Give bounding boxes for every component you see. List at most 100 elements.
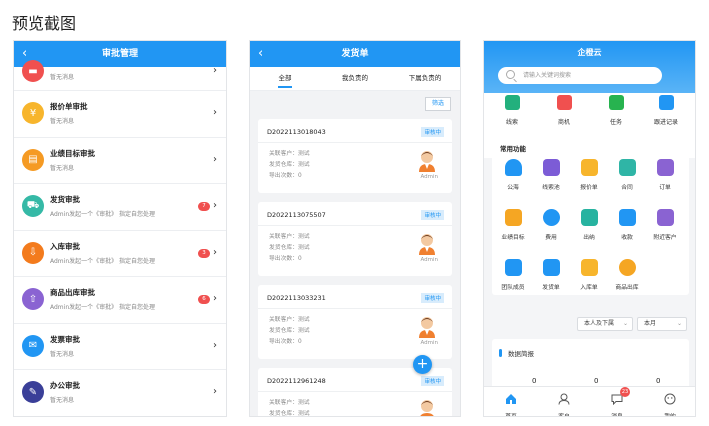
func-high-seas[interactable]: 公海 — [495, 159, 531, 191]
approval-item-target[interactable]: ▤ 业绩目标审批 暂无消息 › — [14, 138, 226, 184]
chevron-down-icon: ⌄ — [622, 320, 628, 327]
shipping-screen: ‹ 发货单 全部 我负责的 下属负责的 筛选 D2022113018043 审核… — [249, 40, 461, 417]
shipping-header: ‹ 发货单 — [250, 41, 460, 67]
data-brief-title: 数据简报 — [508, 350, 534, 358]
opportunity-icon — [556, 95, 572, 110]
home-screen: 企橙云 请输入关键词搜索 线索 商机 任务 跟进记录 常用功能 公海 线索池 报… — [483, 40, 696, 417]
func-contract[interactable]: 合同 — [609, 159, 645, 191]
inbound-icon: ⇩ — [22, 241, 44, 264]
status-badge: 审核中 — [421, 293, 444, 303]
data-value: 0 — [594, 377, 599, 385]
status-badge: 审核中 — [421, 376, 444, 386]
section-marker — [499, 349, 502, 357]
order-user: Admin — [420, 340, 438, 346]
unread-badge: 3 — [198, 248, 210, 258]
app-title: 企橙云 — [577, 48, 602, 57]
scope-select[interactable]: 本人及下属 ⌄ — [577, 317, 633, 331]
data-value: 0 — [656, 377, 661, 385]
warehouse-icon — [580, 259, 598, 276]
order-customer: 关联客户：测试 — [269, 317, 310, 323]
order-card[interactable]: D2022112961248 审核中 关联客户：测试 发货仓库：测试 — [258, 368, 452, 416]
back-icon[interactable]: ‹ — [258, 41, 263, 67]
func-nearby[interactable]: 附近客户 — [647, 209, 683, 241]
quick-task[interactable]: 任务 — [594, 95, 638, 126]
nav-home[interactable]: 首页 — [496, 390, 526, 416]
nav-label: 客户 — [558, 414, 570, 417]
period-select[interactable]: 本月 ⌄ — [637, 317, 687, 331]
quick-label: 商机 — [557, 119, 570, 126]
quick-followup[interactable]: 跟进记录 — [644, 95, 688, 126]
leads-icon — [504, 95, 520, 110]
quick-label: 线索 — [505, 119, 518, 126]
func-label: 入库单 — [580, 285, 598, 291]
func-receipt[interactable]: 收款 — [609, 209, 645, 241]
order-user: Admin — [420, 257, 438, 263]
approval-item-icon: ▬ — [22, 60, 44, 82]
func-quote[interactable]: 报价单 — [571, 159, 607, 191]
approval-header: ‹ 审批管理 — [14, 41, 226, 67]
tab-subordinates[interactable]: 下属负责的 — [390, 67, 460, 90]
quick-leads[interactable]: 线索 — [490, 95, 534, 126]
func-label: 报价单 — [580, 185, 598, 191]
chevron-right-icon: › — [213, 339, 217, 351]
invoice-icon: ✉ — [22, 334, 44, 357]
filter-button[interactable]: 筛选 — [425, 97, 451, 111]
approval-item-inbound[interactable]: ⇩ 入库审批 Admin发起一个《审批》 指定自您处理 3 › — [14, 231, 226, 277]
func-label: 线索池 — [542, 185, 560, 191]
contract-icon — [618, 159, 636, 176]
func-cashier[interactable]: 出纳 — [571, 209, 607, 241]
page-title: 预览截图 — [12, 14, 77, 33]
tab-mine[interactable]: 我负责的 — [320, 67, 390, 90]
unread-badge: 7 — [198, 202, 210, 211]
approval-item-title: 报价单审批 — [50, 102, 88, 111]
person-icon — [504, 159, 522, 176]
func-lead-pool[interactable]: 线索池 — [533, 159, 569, 191]
money-bag-icon — [618, 209, 636, 226]
approval-item-title: 商品出库审批 — [50, 288, 95, 297]
func-outbound[interactable]: 商品出库 — [609, 259, 645, 291]
approval-item-outbound[interactable]: ⇧ 商品出库审批 Admin发起一个《审批》 指定自您处理 6 › — [14, 277, 226, 324]
tab-all[interactable]: 全部 — [250, 67, 320, 90]
order-customer: 关联客户：测试 — [269, 151, 310, 157]
divider — [258, 391, 452, 392]
order-warehouse: 发货仓库：测试 — [269, 162, 310, 168]
search-input[interactable]: 请输入关键词搜索 — [498, 67, 662, 84]
func-shipping[interactable]: 发货单 — [533, 259, 569, 291]
approval-item-office[interactable]: ✎ 办公审批 暂无消息 › — [14, 370, 226, 416]
order-number: D2022113075507 — [267, 211, 326, 219]
cashier-icon — [580, 209, 598, 226]
approval-item-quote[interactable]: ¥ 报价单审批 暂无消息 › — [14, 91, 226, 138]
func-target[interactable]: 业绩目标 — [495, 209, 531, 241]
divider — [258, 142, 452, 143]
func-label: 订单 — [659, 185, 671, 191]
func-label: 合同 — [621, 185, 633, 191]
quick-opportunity[interactable]: 商机 — [542, 95, 586, 126]
bottom-nav: 首页 客户 消息 23 我的 — [484, 386, 695, 416]
nav-messages[interactable]: 消息 23 — [602, 387, 632, 416]
func-team[interactable]: 团队成员 — [495, 259, 531, 291]
approval-item[interactable]: ▬ 暂无消息 › — [14, 60, 226, 91]
order-card[interactable]: D2022113018043 审核中 关联客户：测试 发货仓库：测试 导出次数：… — [258, 119, 452, 193]
approval-item-shipping[interactable]: ⛟ 发货审批 Admin发起一个《审批》 指定自您处理 7 › — [14, 184, 226, 231]
approval-item-title: 业绩目标审批 — [50, 148, 95, 158]
nav-customers[interactable]: 客户 — [549, 390, 579, 417]
func-order[interactable]: 订单 — [647, 159, 683, 191]
order-number: D2022112961248 — [267, 377, 326, 385]
approval-item-sub: Admin发起一个《审批》 指定自您处理 — [50, 257, 156, 265]
func-expense[interactable]: 费用 — [533, 209, 569, 241]
approval-item-title: 入库审批 — [50, 241, 80, 251]
add-button[interactable]: + — [413, 355, 432, 374]
order-card[interactable]: D2022113033231 审核中 关联客户：测试 发货仓库：测试 导出次数：… — [258, 285, 452, 359]
approval-item-invoice[interactable]: ✉ 发票审批 暂无消息 › — [14, 324, 226, 370]
nav-label: 我的 — [664, 414, 676, 417]
user-icon — [558, 393, 570, 405]
scope-select-value: 本人及下属 — [584, 320, 615, 327]
func-label: 业绩目标 — [501, 235, 525, 241]
outbound-icon: ⇧ — [22, 288, 44, 310]
func-inbound[interactable]: 入库单 — [571, 259, 607, 291]
order-card[interactable]: D2022113075507 审核中 关联客户：测试 发货仓库：测试 导出次数：… — [258, 202, 452, 276]
message-badge: 23 — [620, 387, 630, 397]
func-label: 商品出库 — [615, 285, 639, 291]
nav-me[interactable]: 我的 — [655, 390, 685, 417]
approval-item-title: 发货审批 — [50, 195, 80, 204]
